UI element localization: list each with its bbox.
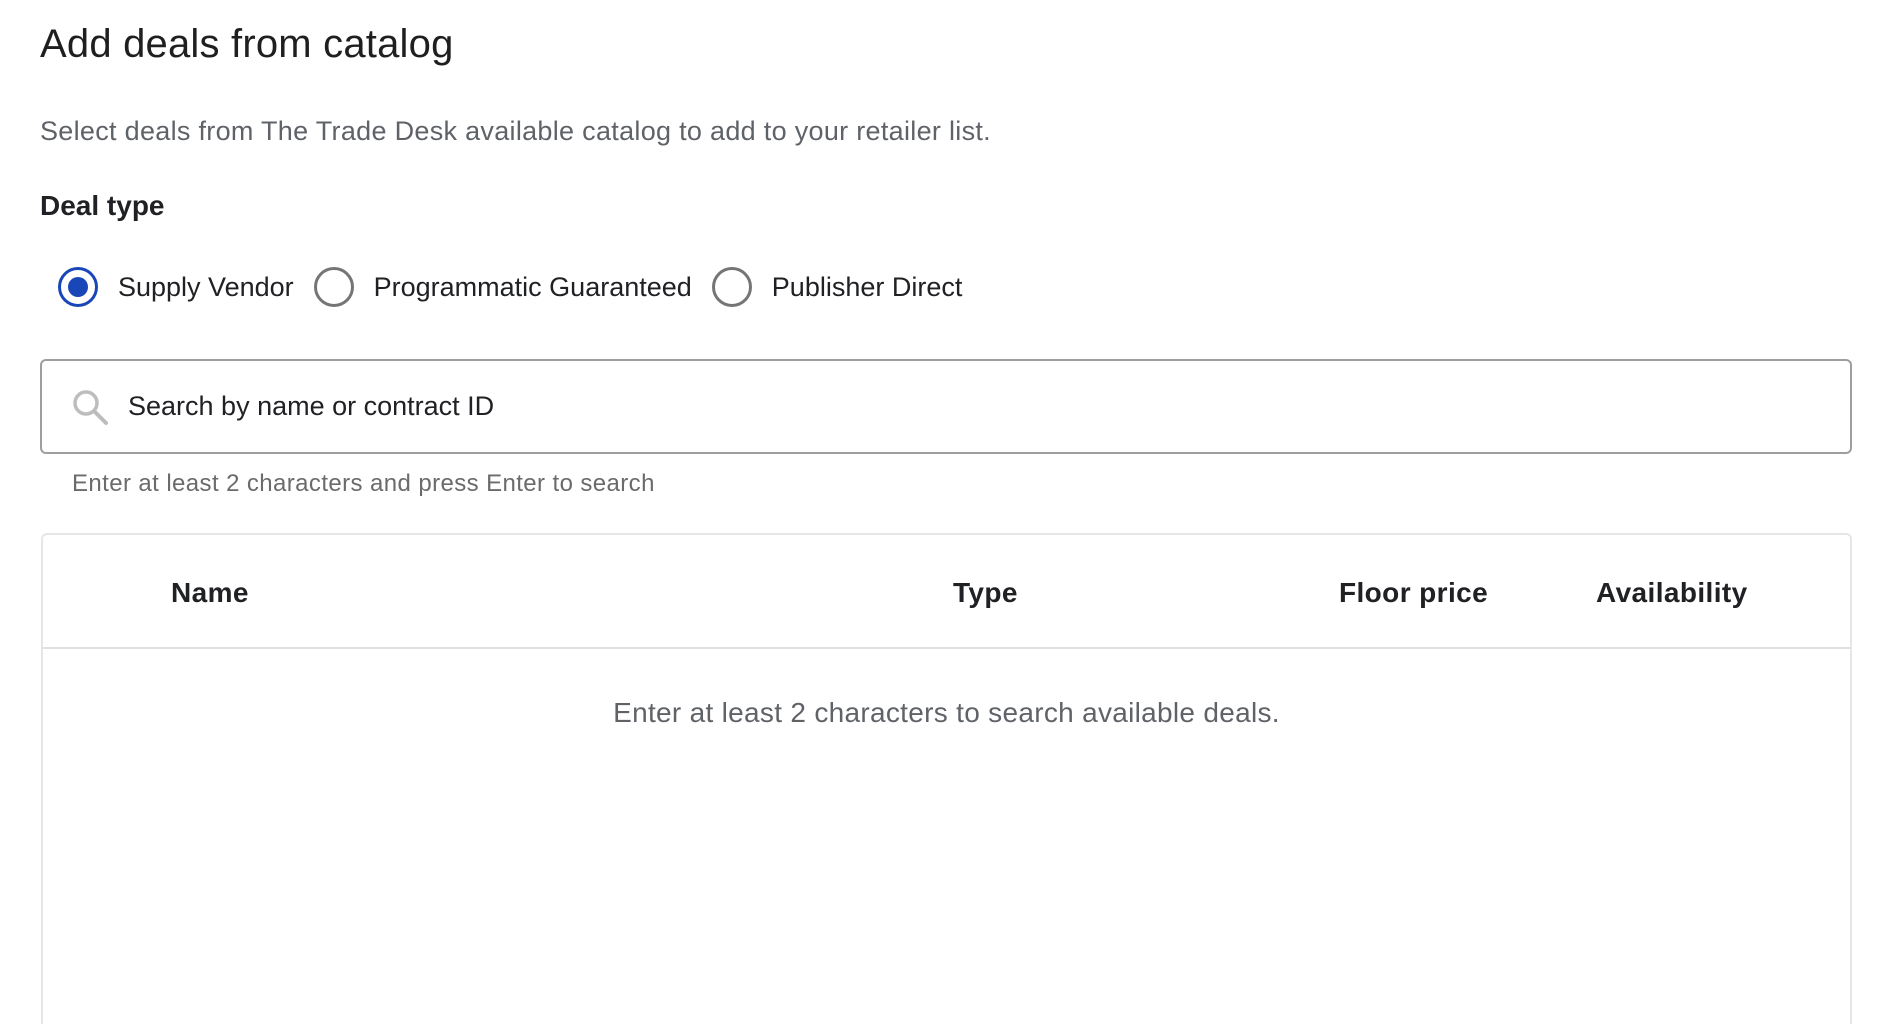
column-header-name[interactable]: Name	[171, 577, 249, 609]
deal-type-radio-group: Supply Vendor Programmatic Guaranteed Pu…	[58, 264, 982, 310]
radio-button-checked[interactable]	[58, 267, 98, 307]
search-helper-text: Enter at least 2 characters and press En…	[72, 470, 655, 497]
deals-table: Name Type Floor price Availability Enter…	[41, 533, 1852, 1024]
radio-label-programmatic-guaranteed: Programmatic Guaranteed	[373, 271, 692, 302]
search-field[interactable]	[40, 359, 1852, 454]
page-subtitle: Select deals from The Trade Desk availab…	[40, 116, 991, 146]
table-header: Name Type Floor price Availability	[43, 535, 1850, 649]
radio-publisher-direct[interactable]: Publisher Direct	[711, 267, 963, 307]
column-header-floor-price[interactable]: Floor price	[1339, 577, 1488, 609]
table-empty-message: Enter at least 2 characters to search av…	[613, 697, 1280, 728]
deal-type-label: Deal type	[40, 190, 165, 221]
add-deals-page: Add deals from catalog Select deals from…	[0, 0, 1896, 1024]
search-icon	[73, 389, 108, 425]
radio-supply-vendor[interactable]: Supply Vendor	[58, 267, 294, 307]
radio-programmatic-guaranteed[interactable]: Programmatic Guaranteed	[313, 267, 692, 307]
radio-dot	[68, 277, 88, 297]
column-header-type[interactable]: Type	[953, 577, 1018, 609]
radio-button-unchecked[interactable]	[313, 267, 354, 307]
page-title: Add deals from catalog	[40, 22, 454, 66]
search-input[interactable]	[126, 375, 1850, 438]
radio-label-supply-vendor: Supply Vendor	[118, 271, 294, 302]
radio-button-unchecked[interactable]	[711, 267, 752, 307]
radio-label-publisher-direct: Publisher Direct	[771, 271, 963, 302]
column-header-availability[interactable]: Availability	[1596, 577, 1748, 609]
